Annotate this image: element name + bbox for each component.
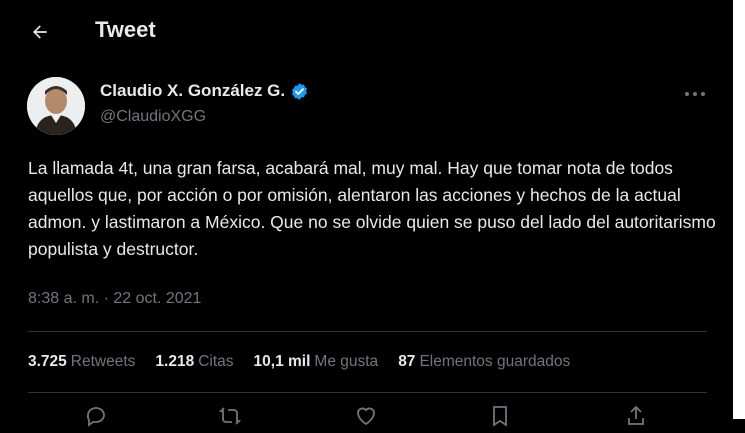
stat-likes[interactable]: 10,1 mil Me gusta bbox=[254, 353, 379, 371]
author-name[interactable]: Claudio X. González G. bbox=[100, 81, 285, 101]
stat-value: 87 bbox=[398, 353, 416, 370]
reply-icon bbox=[86, 407, 105, 427]
more-options-button[interactable] bbox=[680, 84, 710, 104]
back-button[interactable] bbox=[22, 15, 58, 49]
retweet-button[interactable] bbox=[218, 404, 244, 430]
tweet-stats: 3.725 Retweets 1.218 Citas 10,1 mil Me g… bbox=[28, 353, 590, 371]
stat-label: Me gusta bbox=[314, 353, 379, 370]
share-icon bbox=[628, 405, 644, 425]
stat-quotes[interactable]: 1.218 Citas bbox=[155, 353, 233, 371]
tweet-actions bbox=[28, 404, 707, 427]
reply-button[interactable] bbox=[84, 404, 110, 430]
bookmark-button[interactable] bbox=[488, 404, 514, 430]
stat-label: Retweets bbox=[70, 353, 136, 370]
verified-badge-icon bbox=[292, 82, 308, 100]
tweet-page: Tweet Claudio X. González G. @ClaudioXGG… bbox=[0, 0, 733, 427]
page-header: Tweet bbox=[0, 0, 733, 62]
window-edge bbox=[733, 0, 745, 419]
stat-value: 3.725 bbox=[28, 353, 67, 370]
like-icon bbox=[357, 407, 375, 426]
tweet-text: La llamada 4t, una gran farsa, acabará m… bbox=[28, 158, 716, 259]
retweet-icon bbox=[218, 407, 242, 425]
like-button[interactable] bbox=[354, 404, 380, 430]
divider bbox=[28, 392, 707, 393]
author-handle[interactable]: @ClaudioXGG bbox=[100, 108, 206, 126]
avatar[interactable] bbox=[27, 77, 85, 135]
more-dots-icon bbox=[685, 92, 705, 96]
avatar-photo bbox=[27, 77, 85, 135]
stat-value: 10,1 mil bbox=[253, 353, 311, 370]
bookmark-icon bbox=[493, 406, 507, 427]
stat-label: Elementos guardados bbox=[419, 353, 571, 370]
stat-value: 1.218 bbox=[155, 353, 195, 370]
tweet-timestamp[interactable]: 8:38 a. m. · 22 oct. 2021 bbox=[28, 290, 201, 308]
share-button[interactable] bbox=[624, 404, 650, 430]
author-name-row: Claudio X. González G. bbox=[100, 81, 309, 101]
page-title: Tweet bbox=[95, 17, 156, 42]
divider bbox=[28, 331, 707, 332]
stat-label: Citas bbox=[198, 353, 234, 370]
stat-bookmarks[interactable]: 87 Elementos guardados bbox=[398, 353, 570, 371]
arrow-left-icon bbox=[33, 25, 47, 39]
stat-retweets[interactable]: 3.725 Retweets bbox=[28, 353, 135, 371]
